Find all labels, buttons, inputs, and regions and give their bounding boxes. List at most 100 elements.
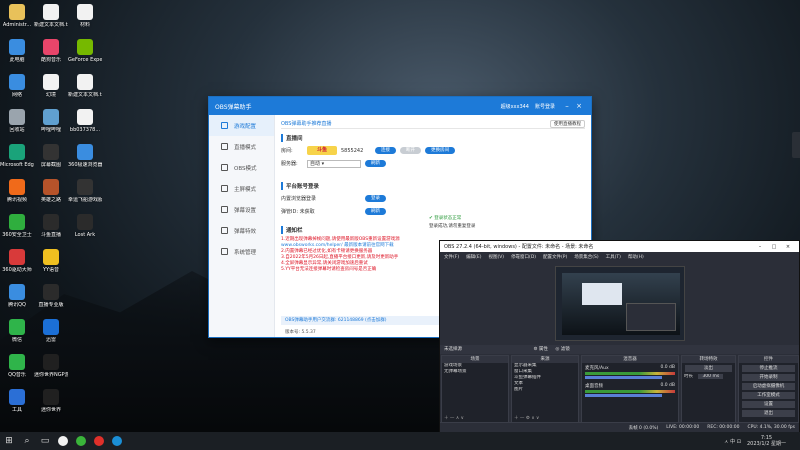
app-icon	[9, 214, 25, 230]
desktop-icon[interactable]: 迷你世界NGP游戏	[34, 354, 68, 378]
control-button[interactable]: 工作室模式	[742, 392, 795, 399]
desktop-icon[interactable]: 腾讯QQ	[0, 284, 34, 308]
sidebar-item[interactable]: OBS模式	[209, 157, 274, 178]
desktop-icon[interactable]: 回收站	[0, 109, 34, 133]
taskbar-app-icon[interactable]	[54, 432, 72, 450]
desktop-icon[interactable]: 幻境	[34, 74, 68, 98]
menu-item[interactable]: 编辑(E)	[466, 254, 481, 260]
desktop-icon[interactable]: GeForce Experience	[68, 39, 102, 63]
desktop-icon[interactable]: 工具	[0, 389, 34, 413]
browser-login-button[interactable]: 登录	[365, 195, 386, 202]
connect-button[interactable]: 连接	[375, 147, 396, 154]
desktop-icon[interactable]: 360驱动大师	[0, 249, 34, 273]
sidebar-item[interactable]: 游戏配置	[209, 115, 274, 136]
task-view-icon[interactable]: ▭	[36, 432, 54, 450]
system-tray[interactable]: ㅅ 中 ⊡	[724, 438, 741, 445]
close-icon[interactable]: ×	[781, 244, 795, 250]
disconnect-button[interactable]: 断开	[400, 147, 421, 154]
control-button[interactable]: 启动虚拟摄像机	[742, 383, 795, 390]
edge-widget[interactable]	[792, 132, 800, 158]
desktop-icon[interactable]: 屏幕截图	[34, 144, 68, 168]
duration-label: 时长	[684, 374, 693, 379]
change-room-button[interactable]: 更换房间	[425, 147, 455, 154]
obs-preview[interactable]	[555, 266, 685, 341]
desktop-icon[interactable]: QQ音乐	[0, 354, 34, 378]
desktop-icon[interactable]: 腾讯视频	[0, 179, 34, 203]
volume-slider[interactable]	[585, 394, 662, 397]
desktop-icon[interactable]: YY语音	[34, 249, 68, 273]
control-button[interactable]: 停止推流	[742, 365, 795, 372]
app-icon	[43, 389, 59, 405]
close-icon[interactable]: ×	[573, 102, 585, 110]
desktop-icon[interactable]: 酷狗音乐	[34, 39, 68, 63]
minimize-icon[interactable]: –	[561, 102, 573, 110]
desktop-icon[interactable]: 迅雷	[34, 319, 68, 343]
status-ok-text: 登录状态正常	[434, 216, 462, 221]
menu-item[interactable]: 文件(F)	[444, 254, 459, 260]
minimize-icon[interactable]: –	[753, 244, 767, 250]
sidebar-item[interactable]: 弹幕特效	[209, 220, 274, 241]
desktop-icon[interactable]: 直播专业版	[34, 284, 68, 308]
taskbar-app-icon[interactable]	[72, 432, 90, 450]
sidebar-item[interactable]: 主屏模式	[209, 178, 274, 199]
desktop-icon[interactable]: 360安全卫士	[0, 214, 34, 238]
filters-button[interactable]: 滤镜	[561, 347, 570, 352]
server-select[interactable]: 自动 ▾	[307, 159, 361, 168]
desktop-icon[interactable]: 斗鱼直播	[34, 214, 68, 238]
room-row: 房间: 斗鱼 5855242 连接 断开 更换房间	[281, 146, 585, 155]
scenes-controls[interactable]: ＋ — ∧ ∨	[442, 415, 508, 422]
account-row-1: 内置浏览器登录 登录	[281, 194, 585, 203]
desktop-icon[interactable]: 材料	[68, 4, 102, 28]
menu-item[interactable]: 视图(V)	[488, 254, 504, 260]
desktop-icon[interactable]: 英雄之路	[34, 179, 68, 203]
menu-item[interactable]: 配置文件(P)	[543, 254, 567, 260]
menu-item[interactable]: 帮助(H)	[628, 254, 644, 260]
control-button[interactable]: 退出	[742, 410, 795, 417]
volume-slider[interactable]	[585, 376, 662, 379]
transition-select[interactable]: 淡出	[685, 365, 732, 372]
sidebar-item[interactable]: 系统管理	[209, 241, 274, 262]
desktop-icon[interactable]: 360极速浏览器	[68, 144, 102, 168]
desktop-icon[interactable]: 微信	[0, 319, 34, 343]
desktop-icon[interactable]: 哔哩哔哩	[34, 109, 68, 133]
helper-user[interactable]: 超级xxx344	[501, 103, 529, 110]
sidebar-item-label: 游戏配置	[234, 123, 257, 130]
menu-item[interactable]: 场景集合(S)	[574, 254, 598, 260]
tutorial-button[interactable]: 使用直播教程	[550, 119, 585, 128]
list-item[interactable]: 无弹幕场景	[442, 369, 508, 375]
desktop-icon[interactable]: 新建文本文档.txt	[68, 74, 102, 98]
control-button[interactable]: 开始录制	[742, 374, 795, 381]
list-item[interactable]: 图片	[512, 387, 578, 393]
app-icon	[9, 249, 25, 265]
controls-dock: 控件 停止推流 开始录制 启动虚拟摄像机 工作室模式 设置 退出	[738, 355, 799, 423]
search-icon[interactable]: ⌕	[18, 432, 36, 450]
refresh-id-button[interactable]: 刷新	[365, 208, 386, 215]
duration-input[interactable]: 300 ms	[698, 374, 724, 379]
app-icon	[9, 109, 25, 125]
live-section-title: 直播间	[281, 134, 585, 142]
taskbar-app-icon[interactable]	[108, 432, 126, 450]
clock[interactable]: 7:15 2023/1/2 星期一	[747, 435, 786, 447]
desktop-icon[interactable]: Microsoft Edge	[0, 144, 34, 168]
control-button[interactable]: 设置	[742, 401, 795, 408]
desktop-icon[interactable]: 迷你世界	[34, 389, 68, 413]
desktop-icon[interactable]: 网络	[0, 74, 34, 98]
desktop-icon-label: Administr...	[2, 22, 32, 28]
desktop-icon[interactable]: 新建文本文档.txt	[34, 4, 68, 28]
login-button[interactable]: 账号登录	[535, 103, 555, 110]
sidebar-item[interactable]: 弹幕设置	[209, 199, 274, 220]
properties-button[interactable]: 属性	[539, 347, 548, 352]
menu-item[interactable]: 工具(T)	[606, 254, 621, 260]
sidebar-item[interactable]: 直播模式	[209, 136, 274, 157]
refresh-server-button[interactable]: 刷新	[365, 160, 386, 167]
maximize-icon[interactable]: □	[767, 244, 781, 250]
sources-controls[interactable]: ＋ — ⚙ ∧ ∨	[512, 415, 578, 422]
desktop-icon[interactable]: 此电脑	[0, 39, 34, 63]
windows-start-icon[interactable]: ⊞	[0, 432, 18, 450]
menu-item[interactable]: 停靠窗口(D)	[511, 254, 536, 260]
desktop-icon[interactable]: bb037378...	[68, 109, 102, 133]
desktop-icon[interactable]: Administr...	[0, 4, 34, 28]
desktop-icon[interactable]: Lost Ark	[68, 214, 102, 238]
taskbar-app-icon[interactable]	[90, 432, 108, 450]
desktop-icon[interactable]: 幸运飞船游戏服	[68, 179, 102, 203]
